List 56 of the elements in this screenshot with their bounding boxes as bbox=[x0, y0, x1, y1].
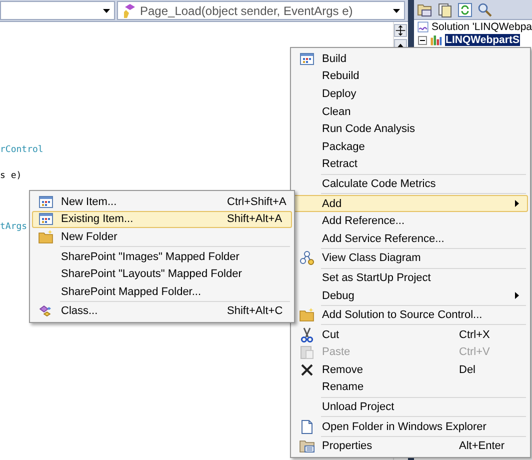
menu-item[interactable]: Deploy bbox=[293, 85, 528, 103]
menu-item[interactable]: Existing Item... Shift+Alt+A bbox=[32, 210, 292, 228]
menu-item[interactable]: Add Service Reference... bbox=[293, 230, 528, 248]
clipboard-icon bbox=[299, 344, 315, 360]
properties-icon bbox=[299, 438, 315, 454]
code-line: rControl bbox=[0, 144, 44, 157]
code-line: tArgs bbox=[0, 221, 28, 234]
dropdown-arrow-icon bbox=[392, 8, 400, 12]
menu-item[interactable]: View Class Diagram bbox=[293, 250, 528, 268]
menu-item[interactable]: Set as StartUp Project bbox=[293, 269, 528, 287]
menu-item[interactable]: Rebuild bbox=[293, 68, 528, 86]
close-icon bbox=[299, 362, 315, 378]
menu-item[interactable]: Add Reference... bbox=[293, 212, 528, 230]
menu-item[interactable]: Class... Shift+Alt+C bbox=[32, 302, 292, 320]
menu-item[interactable]: Add bbox=[293, 194, 528, 212]
folder-icon bbox=[299, 307, 315, 324]
collapse-icon[interactable] bbox=[418, 36, 427, 44]
window-icon bbox=[38, 211, 54, 228]
menu-item[interactable]: Cut Ctrl+X bbox=[293, 326, 528, 344]
menu-item[interactable]: Package bbox=[293, 138, 528, 156]
tree-item[interactable]: Solution 'LINQWebpa bbox=[432, 21, 532, 33]
menu-item[interactable]: Retract bbox=[293, 156, 528, 174]
menu-item[interactable]: Rename bbox=[293, 378, 528, 396]
menu-item[interactable]: Run Code Analysis bbox=[293, 120, 528, 138]
menu-item[interactable]: Remove Del bbox=[293, 361, 528, 379]
menu-item[interactable]: Unload Project bbox=[293, 398, 528, 416]
menu-item[interactable]: Clean bbox=[293, 102, 528, 120]
menu-item[interactable]: SharePoint Mapped Folder... bbox=[32, 282, 292, 301]
window-icon bbox=[299, 50, 315, 67]
tree-item[interactable]: LINQWebpartS bbox=[444, 34, 520, 46]
menu-item[interactable]: Open Folder in Windows Explorer bbox=[293, 418, 528, 436]
refresh-icon[interactable] bbox=[456, 2, 473, 18]
menu-item[interactable]: SharePoint "Images" Mapped Folder bbox=[32, 248, 292, 266]
project-icon bbox=[430, 34, 442, 46]
folders-icon[interactable] bbox=[416, 2, 433, 18]
scissors-icon bbox=[299, 326, 315, 343]
dropdown-arrow-icon bbox=[103, 8, 110, 12]
folder-icon bbox=[38, 228, 54, 245]
documents-icon[interactable] bbox=[436, 2, 453, 18]
menu-item[interactable]: Build bbox=[293, 50, 528, 68]
magnifier-icon[interactable] bbox=[476, 2, 493, 18]
solution-icon bbox=[416, 21, 429, 33]
menu-item[interactable]: New Item... Ctrl+Shift+A bbox=[32, 193, 292, 211]
menu-item[interactable]: Calculate Code Metrics bbox=[293, 175, 528, 193]
menu-item[interactable]: SharePoint "Layouts" Mapped Folder bbox=[32, 265, 292, 283]
menu-item[interactable]: Debug bbox=[293, 286, 528, 304]
diagram-icon bbox=[299, 250, 315, 266]
window-icon bbox=[38, 194, 54, 210]
menu-item[interactable]: Add Solution to Source Control... bbox=[293, 306, 528, 324]
split-icon[interactable] bbox=[394, 24, 408, 37]
member-dropdown[interactable]: Page_Load(object sender, EventArgs e) bbox=[117, 1, 405, 20]
method-icon bbox=[121, 2, 137, 18]
document-icon bbox=[299, 418, 315, 435]
menu-item[interactable]: Properties Alt+Enter bbox=[293, 437, 528, 456]
menu-item[interactable]: New Folder bbox=[32, 228, 292, 246]
code-line: s e) bbox=[0, 170, 22, 183]
